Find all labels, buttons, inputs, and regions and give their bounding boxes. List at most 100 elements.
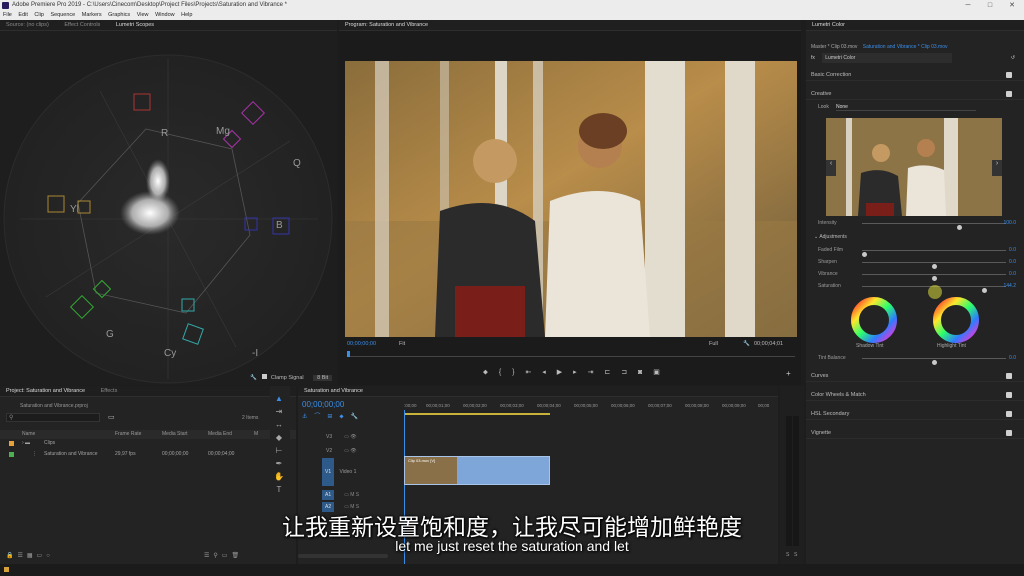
menu-clip[interactable]: Clip (34, 12, 43, 18)
master-clip[interactable]: Master * Clip 03.mov (811, 44, 857, 50)
track-v3[interactable]: V3 ▭ 👁 (298, 430, 402, 444)
adjustments-header[interactable]: ⌄ Adjustments (814, 234, 847, 240)
add-button-icon[interactable]: + (786, 369, 791, 378)
scope-label-g: G (106, 329, 114, 340)
marker-icon[interactable]: ⬥ (483, 369, 488, 376)
track-v2[interactable]: V2 ▭ 👁 (298, 444, 402, 458)
project-search-input[interactable]: ⚲ (6, 413, 100, 422)
wrench-icon[interactable]: 🔧 (250, 375, 257, 381)
scope-footer: 🔧 Clamp Signal 8 Bit (250, 374, 333, 381)
tab-effect-controls[interactable]: Effect Controls (64, 22, 100, 28)
bit-depth-select[interactable]: 8 Bit (313, 375, 333, 381)
track-select-tool-icon[interactable]: ⇥ (272, 407, 286, 418)
menu-edit[interactable]: Edit (18, 12, 27, 18)
play-icon[interactable]: ▶ (557, 369, 562, 376)
hand-tool-icon[interactable]: ✋ (272, 472, 286, 483)
playhead[interactable] (347, 351, 350, 357)
menu-sequence[interactable]: Sequence (50, 12, 75, 18)
slip-tool-icon[interactable]: ⊢ (272, 446, 286, 457)
intensity-knob[interactable] (956, 225, 962, 230)
razor-tool-icon[interactable]: ◆ (272, 433, 286, 444)
menu-window[interactable]: Window (155, 12, 175, 18)
section-hsl-secondary[interactable]: HSL Secondary (806, 408, 1024, 420)
reset-icon[interactable]: ↺ (1011, 53, 1015, 63)
section-color-wheels[interactable]: Color Wheels & Match (806, 389, 1024, 401)
effect-select[interactable]: Lumetri Color (822, 53, 953, 63)
type-tool-icon[interactable]: T (272, 485, 286, 496)
fit-select[interactable]: Fit (399, 341, 405, 347)
menu-markers[interactable]: Markers (82, 12, 102, 18)
insert-icon[interactable]: ⊏ (604, 369, 610, 376)
shadow-tint-wheel[interactable] (850, 296, 898, 344)
clamp-signal-checkbox[interactable] (262, 374, 268, 379)
timeline-toolbar[interactable]: ⚓⌒⊞⬥🔧 (302, 411, 365, 421)
sharpen-slider[interactable]: Sharpen 0.0 (818, 258, 1018, 269)
project-row-clips[interactable]: › ▬ Clips (0, 438, 296, 449)
hsl-checkbox[interactable] (1006, 411, 1012, 417)
saturation-slider[interactable]: Saturation 144.2 (818, 282, 1018, 293)
program-video-frame[interactable] (345, 61, 797, 337)
vibrance-slider[interactable]: Vibrance 0.0 (818, 270, 1018, 281)
new-bin-icon[interactable]: ▭ (108, 413, 115, 421)
ripple-edit-tool-icon[interactable]: ↔ (272, 420, 286, 431)
mark-out-icon[interactable]: } (512, 369, 514, 376)
menu-graphics[interactable]: Graphics (108, 12, 130, 18)
sequence-clip[interactable]: Saturation and Vibrance * Clip 03.mov (863, 44, 948, 50)
mark-in-icon[interactable]: { (499, 369, 501, 376)
highlight-tint-wheel[interactable] (932, 296, 980, 344)
tab-lumetri-scopes[interactable]: Lumetri Scopes (116, 22, 154, 28)
tab-program[interactable]: Program: Saturation and Vibrance (345, 22, 428, 28)
wrench-icon[interactable]: 🔧 (743, 341, 750, 347)
tab-source[interactable]: Source: (no clips) (6, 22, 49, 28)
overwrite-icon[interactable]: ⊐ (621, 369, 627, 376)
program-timecode-in[interactable]: 00;00;00;00 (347, 341, 376, 347)
faded-film-slider[interactable]: Faded Film 0.0 (818, 246, 1018, 257)
timeline-zoom-scrollbar[interactable] (298, 554, 388, 558)
look-prev-button[interactable]: ‹ (826, 160, 836, 176)
section-vignette[interactable]: Vignette (806, 427, 1024, 439)
section-curves[interactable]: Curves (806, 370, 1024, 382)
menu-view[interactable]: View (137, 12, 149, 18)
tab-project[interactable]: Project: Saturation and Vibrance (6, 388, 85, 394)
timeline-timecode[interactable]: 00;00;00;00 (302, 400, 344, 409)
master-clip-label: Master * Clip 03.mov Saturation and Vibr… (811, 44, 947, 50)
curves-checkbox[interactable] (1006, 373, 1012, 379)
timeline-tabs: Saturation and Vibrance (298, 386, 778, 397)
tab-lumetri-color[interactable]: Lumetri Color (812, 22, 845, 28)
label-color-swatch (9, 452, 14, 457)
minimize-button[interactable]: ─ (958, 0, 978, 11)
tab-effects[interactable]: Effects (101, 388, 118, 394)
intensity-slider[interactable]: Intensity 100.0 (818, 219, 1018, 230)
export-frame-icon[interactable]: ◙ (638, 369, 642, 376)
menu-help[interactable]: Help (181, 12, 192, 18)
look-select[interactable]: None (836, 103, 976, 111)
basic-correction-checkbox[interactable] (1006, 72, 1012, 78)
timeline-ruler[interactable]: :00;00 00;00;01;00 00;00;02;00 00;00;03;… (404, 403, 772, 415)
program-timeline-ruler[interactable] (347, 351, 795, 357)
color-wheels-checkbox[interactable] (1006, 392, 1012, 398)
go-to-out-icon[interactable]: ⇥ (588, 369, 594, 376)
close-button[interactable]: ✕ (1002, 0, 1022, 11)
maximize-button[interactable]: □ (980, 0, 1000, 11)
tint-balance-slider[interactable]: Tint Balance 0.0 (818, 354, 1018, 365)
timeline-clip[interactable]: Clip 03.mov [V] (404, 456, 550, 485)
button-editor-icon[interactable]: ▣ (653, 369, 660, 376)
pen-tool-icon[interactable]: ✒ (272, 459, 286, 470)
work-area-bar[interactable] (404, 413, 550, 415)
look-next-button[interactable]: › (992, 160, 1002, 176)
scope-label-b: B (276, 220, 283, 231)
status-warning-icon[interactable] (4, 567, 9, 572)
quality-select[interactable]: Full (709, 341, 718, 347)
track-v1[interactable]: V1 Video 1 (298, 458, 402, 486)
menu-file[interactable]: File (3, 12, 12, 18)
section-basic-correction[interactable]: Basic Correction (806, 69, 1024, 81)
step-forward-icon[interactable]: ▸ (573, 369, 577, 376)
go-to-in-icon[interactable]: ⇤ (525, 369, 531, 376)
creative-checkbox[interactable] (1006, 91, 1012, 97)
step-back-icon[interactable]: ◂ (542, 369, 546, 376)
vignette-checkbox[interactable] (1006, 430, 1012, 436)
project-row-sequence[interactable]: ⋮ Saturation and Vibrance 29,97 fps 00;0… (0, 449, 296, 460)
tab-sequence[interactable]: Saturation and Vibrance (304, 388, 363, 394)
selection-tool-icon[interactable]: ▲ (272, 394, 286, 405)
section-creative[interactable]: Creative (806, 88, 1024, 100)
